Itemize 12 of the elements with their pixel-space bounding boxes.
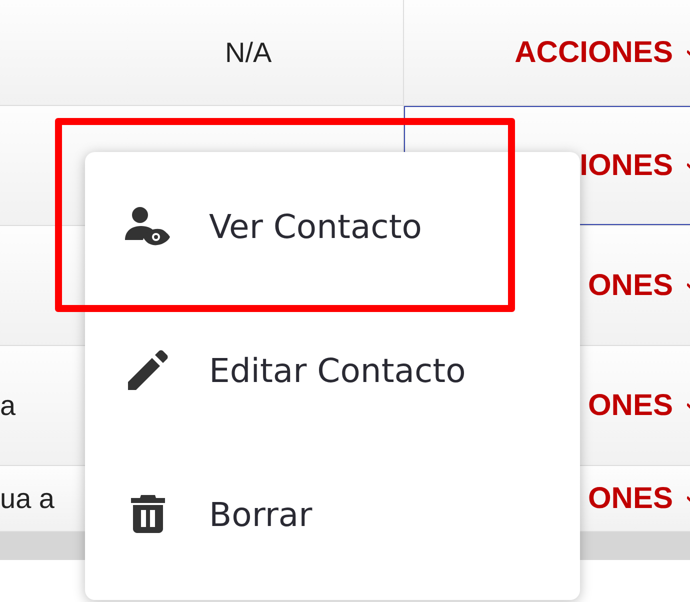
table-cell: a: [0, 390, 16, 422]
menu-item[interactable]: Editar Contacto: [85, 298, 580, 442]
table-cell: N/A: [225, 36, 272, 68]
actions-dropdown[interactable]: ONES: [588, 268, 673, 302]
actions-dropdown[interactable]: ACCIONES: [514, 36, 673, 70]
actions-dropdown[interactable]: IONES: [580, 148, 673, 182]
actions-dropdown[interactable]: ONES: [588, 388, 673, 422]
menu-item[interactable]: Ver Contacto: [85, 154, 580, 298]
menu-item[interactable]: Borrar: [85, 442, 580, 586]
table-cell: ua a: [0, 482, 54, 514]
actions-dropdown[interactable]: ONES: [588, 482, 673, 516]
person-eye-icon: [125, 206, 171, 246]
